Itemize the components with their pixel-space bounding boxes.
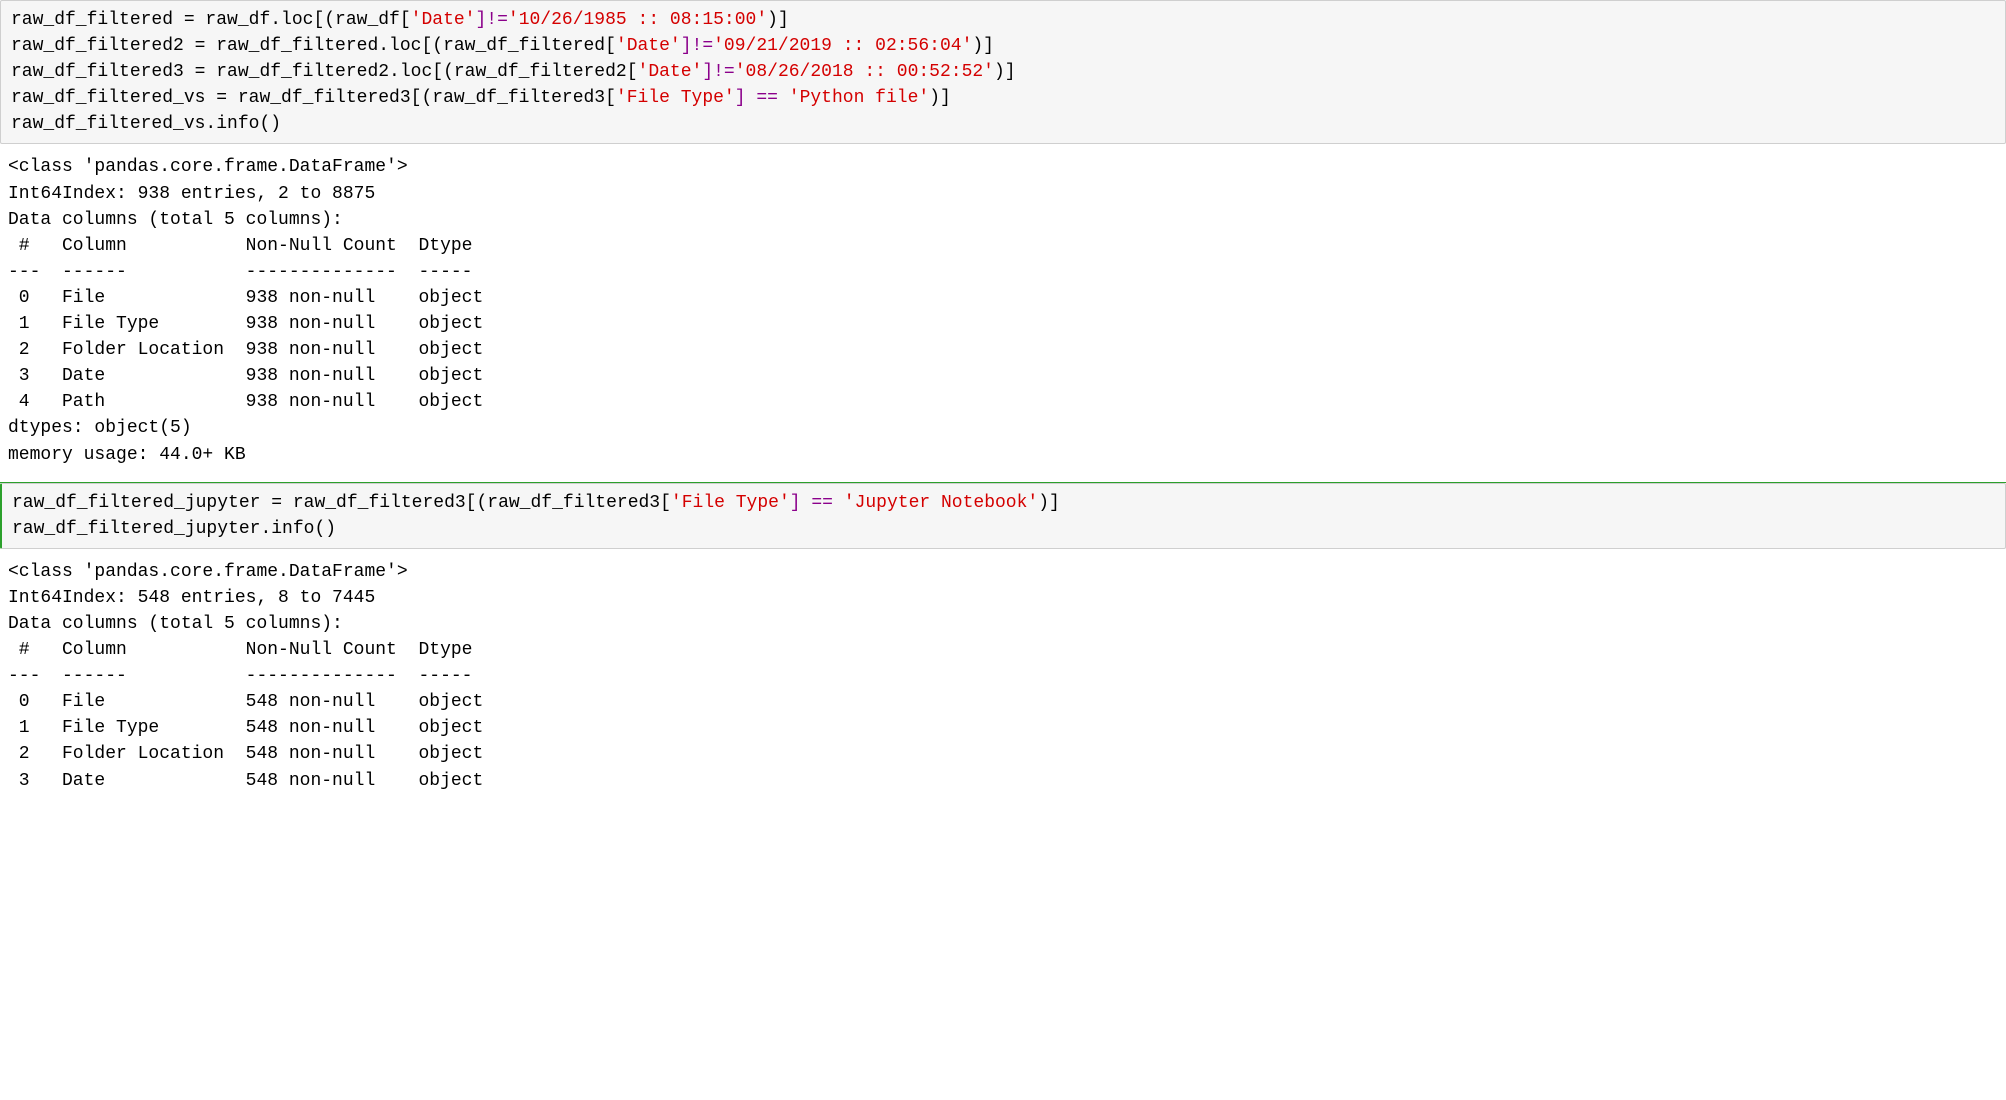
code-line: raw_df_filtered_jupyter.info() bbox=[12, 519, 336, 539]
code-line bbox=[833, 493, 844, 513]
output-line: 3 Date 548 non-null object bbox=[8, 771, 483, 791]
output-line: --- ------ -------------- ----- bbox=[8, 666, 483, 686]
code-cell-2-output: <class 'pandas.core.frame.DataFrame'> In… bbox=[0, 553, 2006, 804]
code-line: raw_df_filtered_vs.info() bbox=[11, 114, 281, 134]
code-line: )] bbox=[994, 62, 1016, 82]
output-line: <class 'pandas.core.frame.DataFrame'> bbox=[8, 562, 408, 582]
notebook-wrapper: raw_df_filtered = raw_df.loc[(raw_df['Da… bbox=[0, 0, 2006, 1100]
code-line bbox=[778, 88, 789, 108]
code-line: )] bbox=[1038, 493, 1060, 513]
code-line: raw_df_filtered_jupyter = raw_df_filtere… bbox=[12, 493, 671, 513]
code-line: )] bbox=[929, 88, 951, 108]
output-line: 4 Path 938 non-null object bbox=[8, 392, 483, 412]
string-literal: 'File Type' bbox=[616, 88, 735, 108]
output-line: 2 Folder Location 548 non-null object bbox=[8, 744, 483, 764]
output-line: <class 'pandas.core.frame.DataFrame'> bbox=[8, 157, 408, 177]
code-cell-2-input[interactable]: raw_df_filtered_jupyter = raw_df_filtere… bbox=[0, 483, 2006, 549]
code-line: raw_df_filtered2 = raw_df_filtered.loc[(… bbox=[11, 36, 616, 56]
output-line: # Column Non-Null Count Dtype bbox=[8, 640, 483, 660]
operator: ]!= bbox=[681, 36, 713, 56]
output-line: 2 Folder Location 938 non-null object bbox=[8, 340, 483, 360]
code-line: raw_df_filtered = raw_df.loc[(raw_df[ bbox=[11, 10, 411, 30]
code-cell-1-output: <class 'pandas.core.frame.DataFrame'> In… bbox=[0, 148, 2006, 477]
output-line: 0 File 938 non-null object bbox=[8, 288, 483, 308]
output-line: 3 Date 938 non-null object bbox=[8, 366, 483, 386]
operator: ] == bbox=[735, 88, 778, 108]
string-literal: '10/26/1985 :: 08:15:00' bbox=[508, 10, 767, 30]
output-line: Data columns (total 5 columns): bbox=[8, 210, 343, 230]
code-line: raw_df_filtered3 = raw_df_filtered2.loc[… bbox=[11, 62, 638, 82]
string-literal: 'File Type' bbox=[671, 493, 790, 513]
output-line: 1 File Type 938 non-null object bbox=[8, 314, 483, 334]
operator: ]!= bbox=[702, 62, 734, 82]
string-literal: 'Date' bbox=[411, 10, 476, 30]
output-line: Data columns (total 5 columns): bbox=[8, 614, 343, 634]
output-line: 1 File Type 548 non-null object bbox=[8, 718, 483, 738]
code-cell-1-input[interactable]: raw_df_filtered = raw_df.loc[(raw_df['Da… bbox=[0, 0, 2006, 144]
output-line: # Column Non-Null Count Dtype bbox=[8, 236, 483, 256]
code-line: )] bbox=[972, 36, 994, 56]
string-literal: 'Jupyter Notebook' bbox=[844, 493, 1038, 513]
code-line: )] bbox=[767, 10, 789, 30]
string-literal: '08/26/2018 :: 00:52:52' bbox=[735, 62, 994, 82]
output-line: Int64Index: 938 entries, 2 to 8875 bbox=[8, 184, 375, 204]
output-line: 0 File 548 non-null object bbox=[8, 692, 483, 712]
output-line: dtypes: object(5) bbox=[8, 418, 192, 438]
output-line: memory usage: 44.0+ KB bbox=[8, 445, 246, 465]
output-line: --- ------ -------------- ----- bbox=[8, 262, 483, 282]
string-literal: 'Date' bbox=[638, 62, 703, 82]
string-literal: '09/21/2019 :: 02:56:04' bbox=[713, 36, 972, 56]
operator: ]!= bbox=[475, 10, 507, 30]
string-literal: 'Date' bbox=[616, 36, 681, 56]
output-line: Int64Index: 548 entries, 8 to 7445 bbox=[8, 588, 375, 608]
operator: ] == bbox=[790, 493, 833, 513]
code-line: raw_df_filtered_vs = raw_df_filtered3[(r… bbox=[11, 88, 616, 108]
string-literal: 'Python file' bbox=[789, 88, 929, 108]
